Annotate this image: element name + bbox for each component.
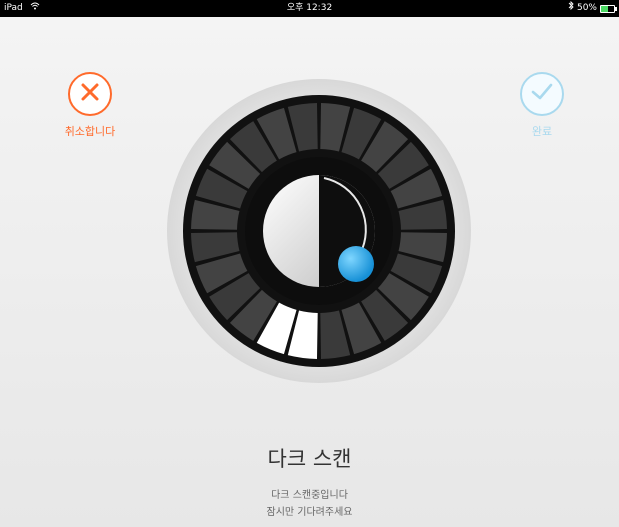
scan-message-line1: 다크 스캔중입니다 (271, 490, 348, 501)
status-time: 오후 12:32 (286, 3, 333, 13)
scan-message-line2: 잠시만 기다려주세요 (266, 507, 353, 518)
scan-screen: 취소합니다 완료 다크 스캔 다크 스캔중입니다 잠시만 기다려주세요 (0, 17, 619, 527)
done-circle (520, 72, 564, 116)
status-bar: iPad 오후 12:32 50% (0, 0, 619, 17)
cancel-label: 취소합니다 (64, 125, 116, 138)
cancel-button[interactable]: 취소합니다 (52, 72, 128, 139)
scan-dial-graphic (167, 79, 471, 383)
scan-dial (166, 78, 472, 384)
battery-icon (600, 4, 617, 13)
scan-indicator-dot (338, 246, 374, 282)
checkmark-icon (530, 81, 554, 107)
battery-percent: 50% (576, 3, 597, 13)
cancel-circle (68, 72, 112, 116)
scan-title: 다크 스캔 (267, 447, 352, 471)
battery-fill (601, 5, 608, 12)
done-button[interactable]: 완료 (504, 72, 580, 139)
done-label: 완료 (531, 125, 553, 138)
bluetooth-icon (568, 0, 574, 17)
status-right: 50% (568, 0, 617, 17)
close-icon (79, 81, 101, 107)
